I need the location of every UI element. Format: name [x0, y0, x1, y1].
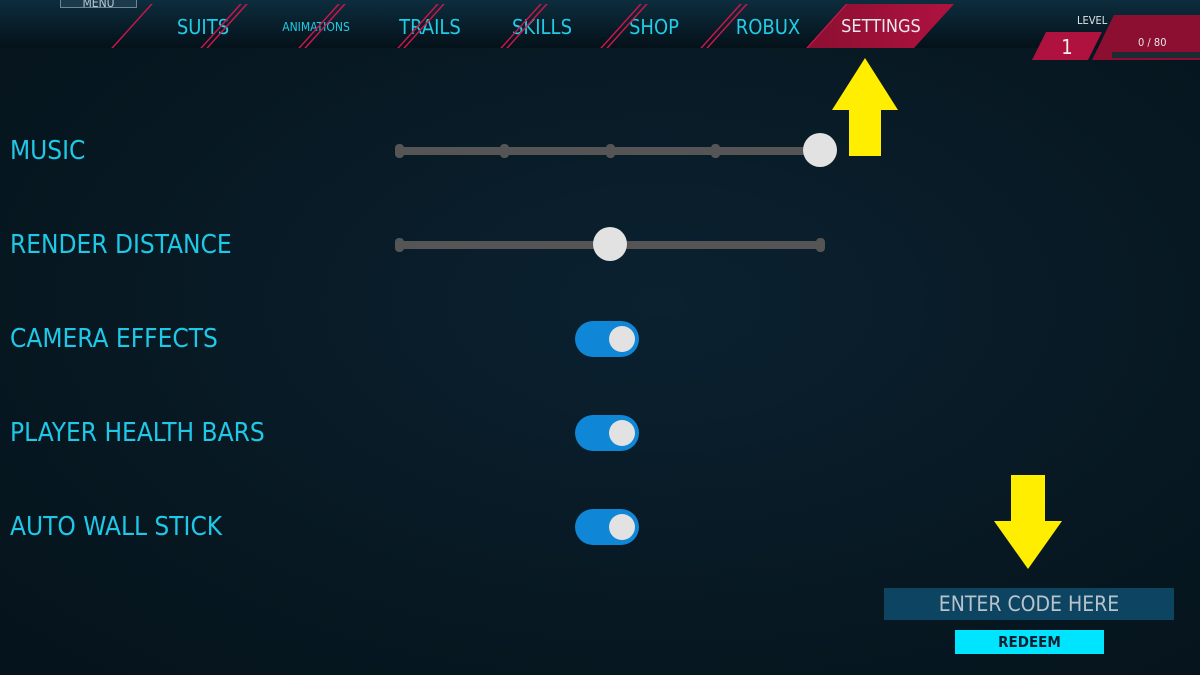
render-distance-slider-knob[interactable]	[592, 227, 627, 261]
menu-button[interactable]: MENU	[60, 0, 137, 8]
player-health-bars-toggle[interactable]	[575, 415, 639, 451]
code-input[interactable]	[884, 588, 1174, 620]
tab-animations[interactable]: ANIMATIONS	[268, 0, 364, 48]
level-label: LEVEL	[1077, 14, 1108, 27]
render-distance-label: RENDER DISTANCE	[10, 230, 232, 260]
slider-tick	[395, 144, 404, 158]
auto-wall-stick-toggle[interactable]	[575, 509, 639, 545]
tab-settings-label: SETTINGS	[841, 16, 921, 37]
tab-suits[interactable]: SUITS	[160, 0, 246, 48]
toggle-knob	[609, 420, 635, 446]
tab-trails[interactable]: TRAILS	[388, 0, 472, 48]
music-slider[interactable]	[395, 133, 837, 167]
toggle-knob	[609, 514, 635, 540]
music-slider-knob[interactable]	[803, 133, 837, 167]
render-distance-slider[interactable]	[395, 227, 825, 261]
slider-tick	[710, 144, 720, 158]
top-nav-bar: MENU SUITS ANIMATIONS TRAILS SKILLS SHOP…	[0, 0, 1200, 48]
auto-wall-stick-label: AUTO WALL STICK	[10, 512, 223, 542]
camera-effects-label: CAMERA EFFECTS	[10, 324, 218, 354]
xp-text: 0 / 80	[1138, 36, 1167, 49]
yellow-arrow-down-icon	[994, 475, 1062, 569]
slider-end	[395, 238, 404, 252]
tab-settings[interactable]: SETTINGS	[808, 4, 954, 48]
music-label: MUSIC	[10, 136, 86, 166]
redeem-button[interactable]: REDEEM	[955, 630, 1104, 654]
slider-tick	[605, 144, 615, 158]
toggle-knob	[609, 326, 635, 352]
yellow-arrow-up-icon	[832, 58, 898, 156]
player-health-bars-label: PLAYER HEALTH BARS	[10, 418, 265, 448]
camera-effects-toggle[interactable]	[575, 321, 639, 357]
tab-divider	[111, 4, 153, 48]
xp-progress-bar	[1112, 52, 1200, 58]
slider-end	[816, 238, 825, 252]
slider-tick	[500, 144, 510, 158]
